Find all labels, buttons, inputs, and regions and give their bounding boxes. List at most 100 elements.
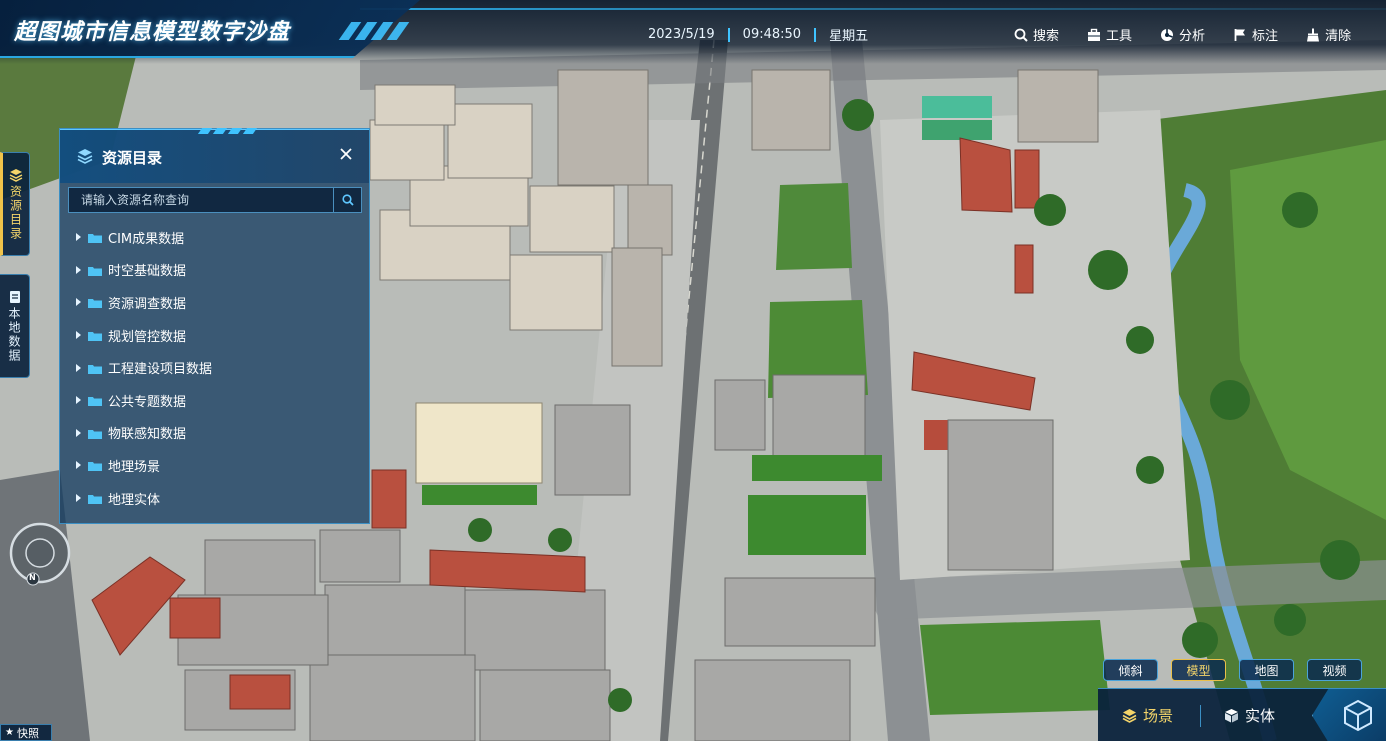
bottom-dock: 场景 实体: [1098, 688, 1386, 741]
scene-label: 场景: [1143, 707, 1174, 725]
tool-clear-button[interactable]: 清除: [1306, 25, 1351, 44]
caret-right-icon[interactable]: [76, 331, 81, 340]
star-icon: ★: [5, 727, 14, 738]
cube-icon: [1224, 708, 1239, 723]
current-date: 2023/5/19: [648, 27, 715, 42]
caret-right-icon[interactable]: [76, 494, 81, 503]
caret-right-icon[interactable]: [76, 363, 81, 372]
folder-icon: [88, 330, 102, 342]
folder-icon: [88, 297, 102, 309]
header-accent-line: [360, 8, 1386, 10]
caret-right-icon[interactable]: [76, 233, 81, 242]
tree-item-geo-entity[interactable]: 地理实体: [60, 482, 369, 515]
current-time: 09:48:50: [742, 27, 802, 42]
tree-item-label: CIM成果数据: [108, 231, 185, 247]
tool-tools-button[interactable]: 工具: [1087, 25, 1132, 44]
view-mode-video-button[interactable]: 视频: [1307, 659, 1362, 681]
folder-icon: [88, 493, 102, 505]
resource-search-input[interactable]: [69, 188, 333, 212]
view-mode-map-button[interactable]: 地图: [1239, 659, 1294, 681]
tool-annotate-button[interactable]: 标注: [1233, 25, 1278, 44]
view-mode-model-button[interactable]: 模型: [1171, 659, 1226, 681]
search-button[interactable]: [333, 188, 361, 212]
panel-header: 资源目录: [60, 128, 369, 183]
tree-item-label: 规划管控数据: [108, 329, 187, 345]
toolbox-icon: [1087, 28, 1101, 42]
resource-tree: CIM成果数据 时空基础数据 资源调查数据 规划管控数据 工程建设项目数据 公共…: [60, 221, 369, 514]
close-icon[interactable]: [337, 145, 355, 163]
broom-icon: [1306, 28, 1320, 42]
tree-item-spatiotemporal-base[interactable]: 时空基础数据: [60, 254, 369, 287]
folder-icon: [88, 265, 102, 276]
search-icon: [1014, 28, 1028, 42]
analysis-icon: [1160, 28, 1174, 42]
dock-divider: [1200, 705, 1201, 727]
side-tab-resource-catalog[interactable]: 资源目录: [0, 152, 30, 256]
tree-item-label: 物联感知数据: [108, 427, 187, 443]
side-tab-local-data[interactable]: 本地数据: [0, 274, 30, 378]
datetime-display: 2023/5/19 09:48:50 星期五: [648, 25, 868, 44]
snapshot-label: 快照: [16, 726, 39, 740]
tool-annotate-label: 标注: [1252, 29, 1279, 44]
folder-icon: [88, 363, 102, 374]
brand-stripes-decor: [338, 22, 415, 40]
entity-label: 实体: [1245, 707, 1276, 725]
resource-search-box: [68, 187, 362, 213]
panel-title: 资源目录: [102, 149, 163, 167]
datetime-separator: [814, 27, 817, 42]
scene-button[interactable]: 场景: [1122, 689, 1173, 741]
layers-icon: [1122, 708, 1137, 723]
caret-right-icon[interactable]: [76, 265, 81, 274]
tool-analysis-button[interactable]: 分析: [1160, 25, 1205, 44]
layers-icon: [9, 167, 23, 182]
panel-stripes-decor: [197, 128, 280, 134]
caret-right-icon[interactable]: [76, 428, 81, 437]
flag-icon: [1233, 28, 1247, 42]
caret-right-icon[interactable]: [76, 298, 81, 307]
tool-search-button[interactable]: 搜索: [1014, 25, 1059, 44]
layers-icon: [77, 148, 93, 164]
resource-catalog-panel: 资源目录 CIM成果数据 时空基础数据 资源调查数据 规划管控数: [59, 128, 370, 524]
tree-item-label: 时空基础数据: [108, 264, 187, 280]
tree-item-label: 地理场景: [108, 459, 161, 475]
folder-icon: [88, 232, 102, 244]
entity-button[interactable]: 实体: [1224, 689, 1275, 741]
tree-item-resource-survey[interactable]: 资源调查数据: [60, 286, 369, 319]
app-logo[interactable]: [1312, 689, 1386, 741]
tree-item-iot-sensing[interactable]: 物联感知数据: [60, 417, 369, 450]
tool-clear-label: 清除: [1325, 29, 1352, 44]
search-icon: [341, 194, 354, 206]
tree-item-label: 工程建设项目数据: [108, 362, 213, 378]
compass-north-label: N: [29, 573, 36, 582]
tree-item-public-thematic[interactable]: 公共专题数据: [60, 384, 369, 417]
app-title: 超图城市信息模型数字沙盘: [14, 20, 291, 45]
navigation-compass[interactable]: N: [5, 520, 75, 590]
tool-analysis-label: 分析: [1179, 29, 1206, 44]
tree-item-label: 公共专题数据: [108, 394, 187, 410]
tool-search-label: 搜索: [1033, 29, 1060, 44]
tree-item-planning-control[interactable]: 规划管控数据: [60, 319, 369, 352]
caret-right-icon[interactable]: [76, 396, 81, 405]
snapshot-button[interactable]: ★ 快照: [0, 724, 52, 741]
tool-tools-label: 工具: [1106, 29, 1133, 44]
header-toolbar: 搜索 工具 分析 标注 清除: [1014, 25, 1351, 44]
folder-icon: [88, 428, 102, 439]
compass-icon: [9, 522, 71, 586]
tree-item-construction-projects[interactable]: 工程建设项目数据: [60, 351, 369, 384]
datetime-separator: [727, 27, 730, 42]
current-weekday: 星期五: [829, 29, 869, 44]
tree-item-cim-results[interactable]: CIM成果数据: [60, 221, 369, 254]
view-mode-oblique-button[interactable]: 倾斜: [1103, 659, 1158, 681]
tree-item-label: 资源调查数据: [108, 296, 187, 312]
tree-item-label: 地理实体: [108, 492, 161, 508]
side-tab-local-data-label: 本地数据: [7, 307, 21, 363]
top-header-bar: 超图城市信息模型数字沙盘 2023/5/19 09:48:50 星期五 搜索 工…: [0, 0, 1386, 64]
view-mode-switcher: 倾斜 模型 地图 视频: [1103, 659, 1362, 681]
tree-item-geo-scene[interactable]: 地理场景: [60, 449, 369, 482]
side-tab-resource-catalog-label: 资源目录: [8, 185, 23, 241]
folder-icon: [88, 395, 102, 407]
caret-right-icon[interactable]: [76, 461, 81, 470]
document-icon: [8, 289, 22, 303]
folder-icon: [88, 460, 102, 472]
cube-logo-icon: [1344, 699, 1372, 732]
